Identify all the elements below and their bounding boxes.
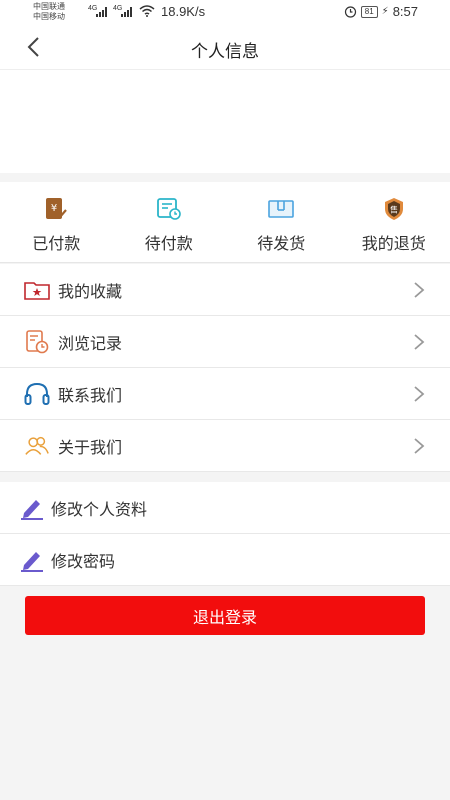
carrier-labels: 中国联通 中国移动 bbox=[33, 2, 65, 22]
order-pending-payment[interactable]: 待付款 bbox=[113, 182, 226, 262]
edit-pen-icon bbox=[19, 495, 45, 521]
network-speed: 18.9K/s bbox=[161, 4, 206, 19]
header: 个人信息 bbox=[0, 24, 450, 70]
paid-icon: ¥ bbox=[43, 196, 69, 222]
wifi-icon bbox=[139, 5, 155, 17]
menu-item-about[interactable]: 关于我们 bbox=[0, 420, 450, 472]
returns-icon: 售 bbox=[381, 196, 407, 222]
page-title: 个人信息 bbox=[191, 42, 259, 61]
battery-level: 81 bbox=[360, 5, 378, 18]
menu-item-edit-profile[interactable]: 修改个人资料 bbox=[0, 482, 450, 534]
signal-icon bbox=[121, 7, 132, 17]
chevron-right-icon bbox=[414, 438, 425, 454]
pending-payment-icon bbox=[156, 196, 182, 222]
order-returns[interactable]: 售 我的退货 bbox=[338, 182, 450, 262]
logout-button[interactable]: 退出登录 bbox=[25, 596, 425, 635]
signal-icon bbox=[96, 7, 107, 17]
history-icon bbox=[24, 329, 50, 355]
alarm-icon bbox=[344, 6, 356, 18]
carrier-1: 中国联通 bbox=[33, 2, 65, 11]
menu-item-edit-profile-label: 修改个人资料 bbox=[51, 501, 148, 519]
chevron-right-icon bbox=[414, 386, 425, 402]
menu-list: 我的收藏 浏览记录 联系我们 关于我们 bbox=[0, 264, 450, 472]
edit-pen-icon bbox=[19, 547, 45, 573]
menu-item-change-password[interactable]: 修改密码 bbox=[0, 534, 450, 586]
menu-item-change-password-label: 修改密码 bbox=[51, 553, 116, 571]
chevron-right-icon bbox=[414, 282, 425, 298]
menu-item-history-label: 浏览记录 bbox=[58, 335, 123, 353]
menu-item-contact-label: 联系我们 bbox=[58, 387, 123, 405]
menu-item-history[interactable]: 浏览记录 bbox=[0, 316, 450, 368]
charging-icon: ⚡ bbox=[381, 6, 389, 17]
people-icon bbox=[24, 433, 50, 459]
status-bar: 中国联通 中国移动 4G 4G 18.9K/s 81 ⚡ 8:57 bbox=[0, 0, 450, 24]
order-pending-shipment-label: 待发货 bbox=[257, 236, 306, 253]
svg-text:¥: ¥ bbox=[51, 203, 57, 214]
svg-text:售: 售 bbox=[390, 205, 398, 215]
pending-shipment-icon bbox=[268, 196, 295, 222]
order-paid[interactable]: ¥ 已付款 bbox=[0, 182, 113, 262]
status-right: 81 ⚡ 8:57 bbox=[344, 4, 418, 19]
profile-area[interactable] bbox=[0, 70, 450, 173]
carrier-2: 中国移动 bbox=[33, 12, 65, 21]
chevron-right-icon bbox=[414, 334, 425, 350]
account-menu: 修改个人资料 修改密码 bbox=[0, 482, 450, 586]
order-paid-label: 已付款 bbox=[32, 236, 81, 253]
menu-item-favorites[interactable]: 我的收藏 bbox=[0, 264, 450, 316]
menu-item-favorites-label: 我的收藏 bbox=[58, 283, 123, 301]
order-pending-shipment[interactable]: 待发货 bbox=[225, 182, 338, 262]
order-pending-payment-label: 待付款 bbox=[144, 236, 193, 253]
menu-item-about-label: 关于我们 bbox=[58, 439, 123, 457]
order-shortcuts: ¥ 已付款 待付款 待发货 售 我的退货 bbox=[0, 182, 450, 263]
menu-item-contact[interactable]: 联系我们 bbox=[0, 368, 450, 420]
headset-icon bbox=[24, 381, 50, 407]
clock: 8:57 bbox=[392, 4, 418, 19]
order-returns-label: 我的退货 bbox=[361, 236, 426, 253]
favorites-folder-icon bbox=[24, 277, 50, 303]
